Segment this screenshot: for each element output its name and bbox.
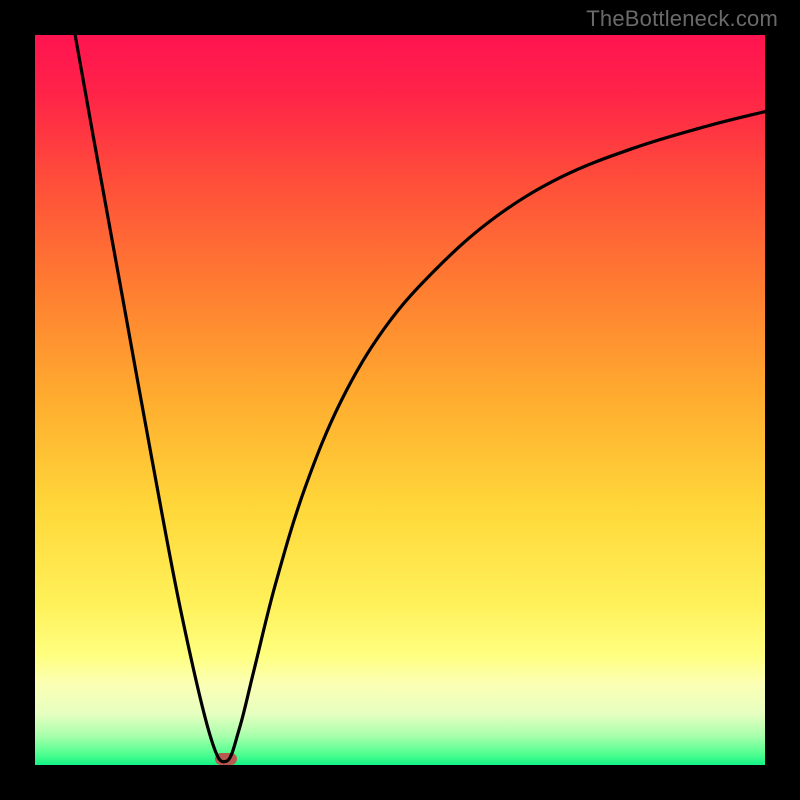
watermark-text: TheBottleneck.com xyxy=(586,6,778,32)
bottleneck-curve xyxy=(35,35,765,765)
outer-frame: TheBottleneck.com xyxy=(0,0,800,800)
plot-area xyxy=(35,35,765,765)
